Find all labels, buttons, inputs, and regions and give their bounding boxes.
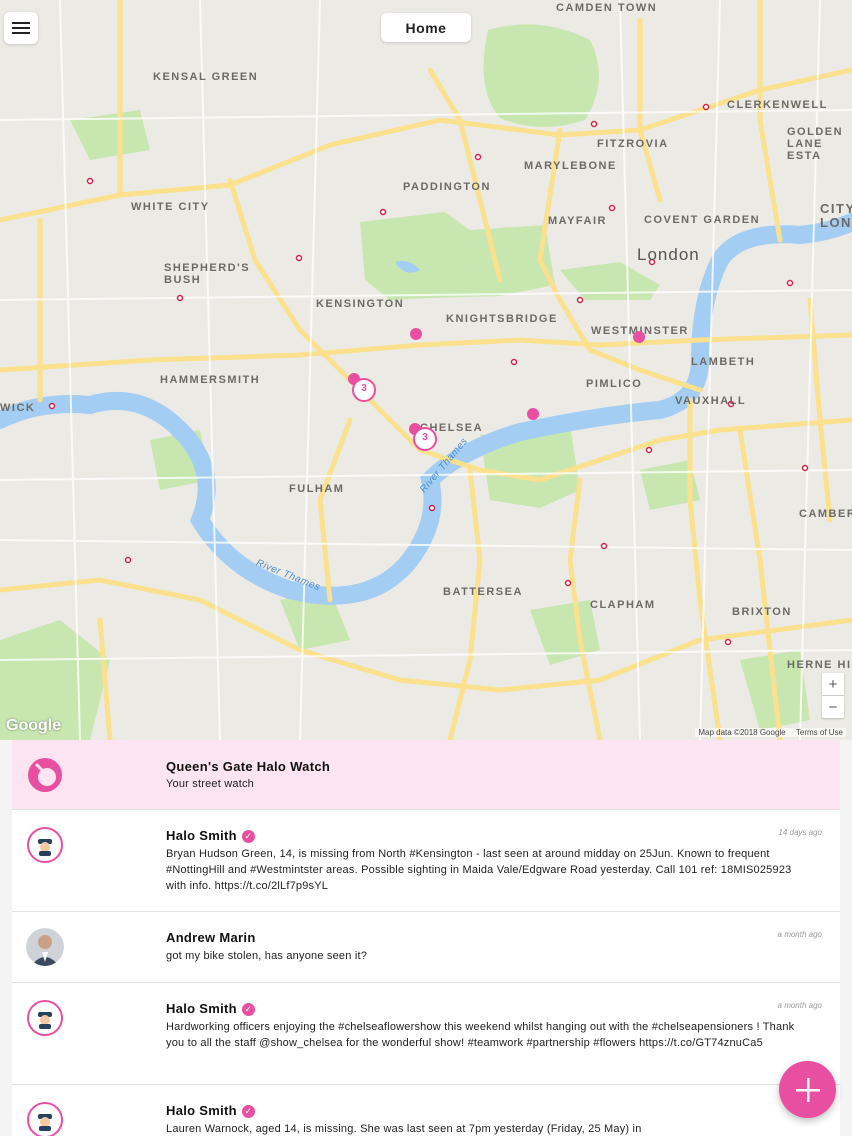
cluster-count: 3 [422, 432, 428, 443]
incident-marker[interactable] [410, 328, 422, 340]
map-data-credit: Map data ©2018 Google [698, 728, 786, 737]
plus-icon [795, 1077, 820, 1102]
post-text: Lauren Warnock, aged 14, is missing. She… [166, 1123, 642, 1135]
post-text: Bryan Hudson Green, 14, is missing from … [166, 848, 792, 892]
post-author: Andrew Marin [166, 930, 256, 945]
feed-post[interactable]: Halo Smith ✓ 14 days ago Bryan Hudson Gre… [12, 810, 840, 912]
activity-feed[interactable]: Queen's Gate Halo Watch Your street watc… [12, 740, 840, 1136]
feed-post[interactable]: Halo Smith✓ a Lauren Warnock, aged 14, i… [12, 1085, 840, 1136]
menu-button[interactable] [4, 12, 38, 44]
author-name: Halo Smith [166, 828, 237, 843]
page-title: Home [381, 13, 471, 42]
map-view[interactable]: KENSAL GREEN WHITE CITY SHEPHERD'S BUSH … [0, 0, 852, 740]
post-time: a month ago [777, 1001, 822, 1010]
group-subtitle: Your street watch [166, 778, 254, 790]
add-post-button[interactable] [779, 1061, 836, 1118]
verified-check-icon: ✓ [241, 1105, 255, 1118]
hamburger-icon [12, 22, 30, 34]
incident-marker-layer [348, 328, 645, 451]
user-avatar [26, 928, 64, 966]
police-officer-avatar [26, 1101, 64, 1136]
group-title: Queen's Gate Halo Watch [166, 759, 331, 774]
post-time: 14 days ago [778, 828, 822, 837]
zoom-out-button[interactable]: − [822, 696, 844, 718]
post-text: Hardworking officers enjoying the #chels… [166, 1021, 795, 1049]
author-name: Halo Smith [166, 1103, 237, 1118]
police-officer-avatar [26, 826, 64, 864]
post-author: Halo Smith ✓ [166, 1001, 255, 1016]
police-officer-avatar [26, 999, 64, 1037]
post-author: Halo Smith ✓ [166, 828, 255, 843]
incident-marker[interactable] [527, 408, 539, 420]
post-text: got my bike stolen, has anyone seen it? [166, 950, 368, 962]
street-watch-card[interactable]: Queen's Gate Halo Watch Your street watc… [12, 740, 840, 810]
verified-check-icon: ✓ [241, 830, 255, 843]
cluster-count: 3 [361, 383, 367, 394]
google-logo: Google [6, 717, 62, 734]
author-name: Andrew Marin [166, 930, 256, 945]
post-time: a month ago [777, 930, 822, 939]
map-attribution: Map data ©2018 Google Terms of Use [695, 728, 846, 737]
verified-check-icon: ✓ [241, 1003, 255, 1016]
incident-marker[interactable] [633, 331, 645, 343]
feed-post[interactable]: Halo Smith ✓ a month ago Hardworking offi… [12, 983, 840, 1085]
author-name: Halo Smith [166, 1001, 237, 1016]
zoom-in-button[interactable]: + [822, 673, 844, 695]
terms-of-use-link[interactable]: Terms of Use [796, 728, 843, 737]
feed-post[interactable]: Andrew Marin a month ago got my bike sto… [12, 912, 840, 983]
post-author: Halo Smith ✓ [166, 1103, 255, 1118]
halo-logo-icon [26, 756, 64, 794]
